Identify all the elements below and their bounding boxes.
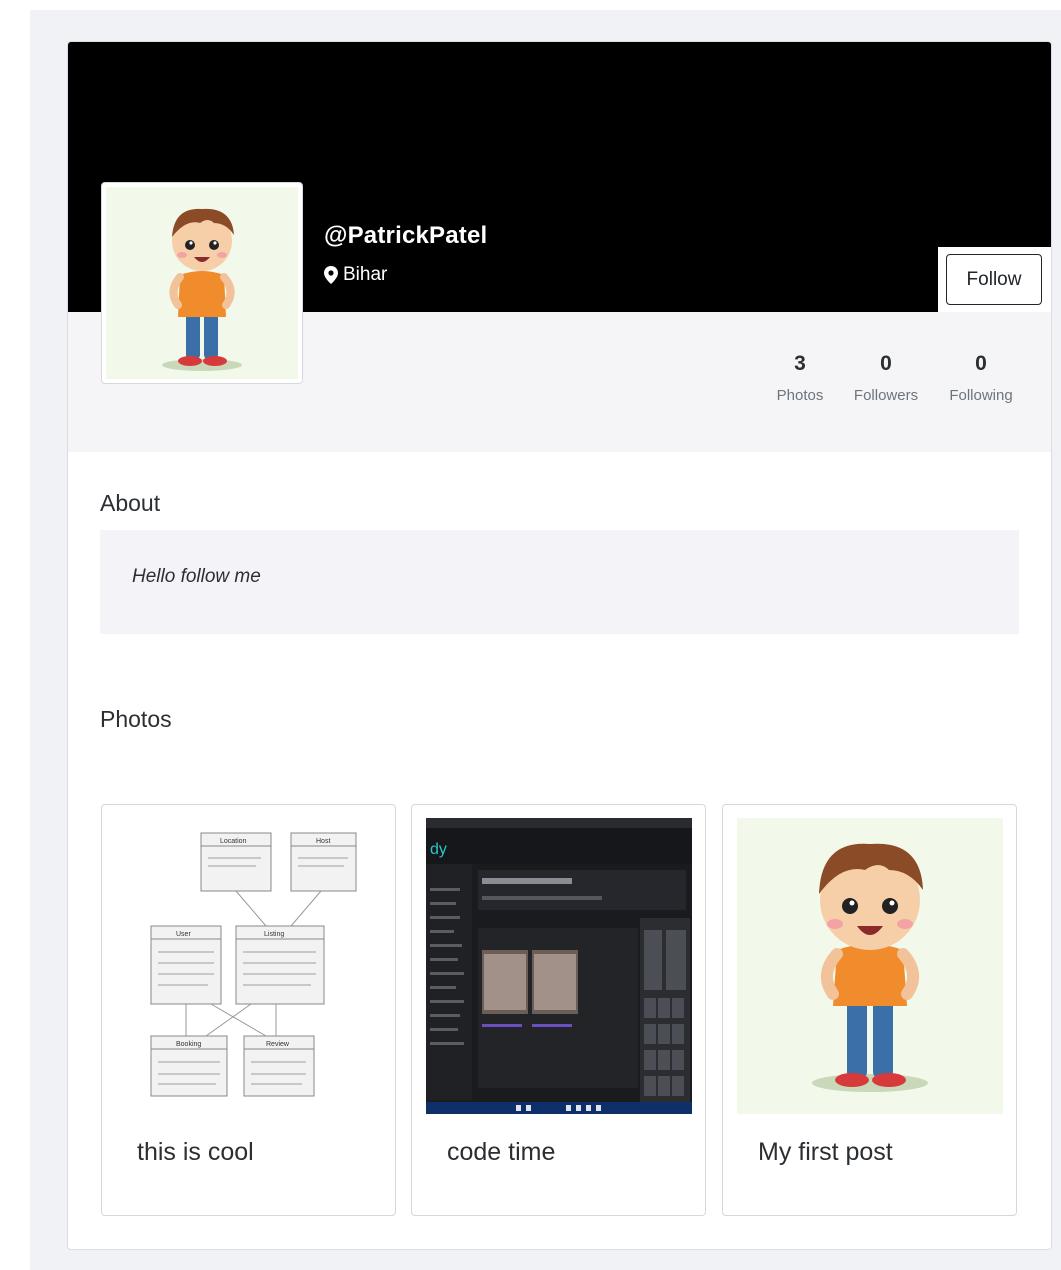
uml-diagram-image: Location Host User Listing Booking Revie	[116, 818, 382, 1114]
svg-text:dy: dy	[430, 841, 447, 858]
photo-card[interactable]: Location Host User Listing Booking Revie	[101, 804, 396, 1216]
map-pin-icon	[324, 266, 338, 284]
photo-thumbnail[interactable]: dy	[426, 818, 692, 1114]
uml-booking-label: Booking	[176, 1041, 201, 1048]
boy-avatar-icon	[162, 208, 242, 371]
stat-value: 0	[880, 352, 892, 375]
photos-title: Photos	[100, 706, 172, 732]
stat-value: 3	[794, 352, 806, 375]
username: @PatrickPatel	[324, 222, 488, 249]
about-title: About	[100, 490, 161, 516]
photo-card[interactable]: My first post	[722, 804, 1017, 1216]
boy-illustration-image	[737, 818, 1003, 1114]
photo-caption: this is cool	[137, 1138, 254, 1166]
stat-photos: 3 Photos	[768, 352, 832, 404]
photo-thumbnail[interactable]: Location Host User Listing Booking Revie	[116, 818, 382, 1114]
location: Bihar	[324, 264, 387, 286]
stat-value: 0	[975, 352, 987, 375]
photo-thumbnail[interactable]	[737, 818, 1003, 1114]
photo-caption: code time	[447, 1138, 556, 1166]
stat-followers: 0 Followers	[846, 352, 926, 404]
uml-location-label: Location	[220, 838, 247, 845]
avatar[interactable]	[101, 182, 303, 384]
uml-listing-label: Listing	[264, 931, 284, 938]
about-box: Hello follow me	[100, 530, 1019, 634]
photo-card[interactable]: dy code time	[411, 804, 706, 1216]
stat-label: Following	[949, 387, 1013, 404]
app-screenshot-image: dy	[426, 818, 692, 1114]
follow-button[interactable]: Follow	[946, 254, 1042, 305]
profile-card: @PatrickPatel Bihar Follow 3 Photos 0 Fo…	[67, 41, 1052, 1250]
uml-review-label: Review	[266, 1041, 290, 1048]
photo-caption: My first post	[758, 1138, 893, 1166]
location-label: Bihar	[343, 264, 388, 285]
bio-text: Hello follow me	[132, 566, 261, 587]
stat-label: Followers	[853, 387, 919, 404]
uml-host-label: Host	[316, 838, 330, 845]
stat-following: 0 Following	[938, 352, 1024, 404]
uml-user-label: User	[176, 931, 191, 938]
stat-label: Photos	[776, 387, 824, 404]
